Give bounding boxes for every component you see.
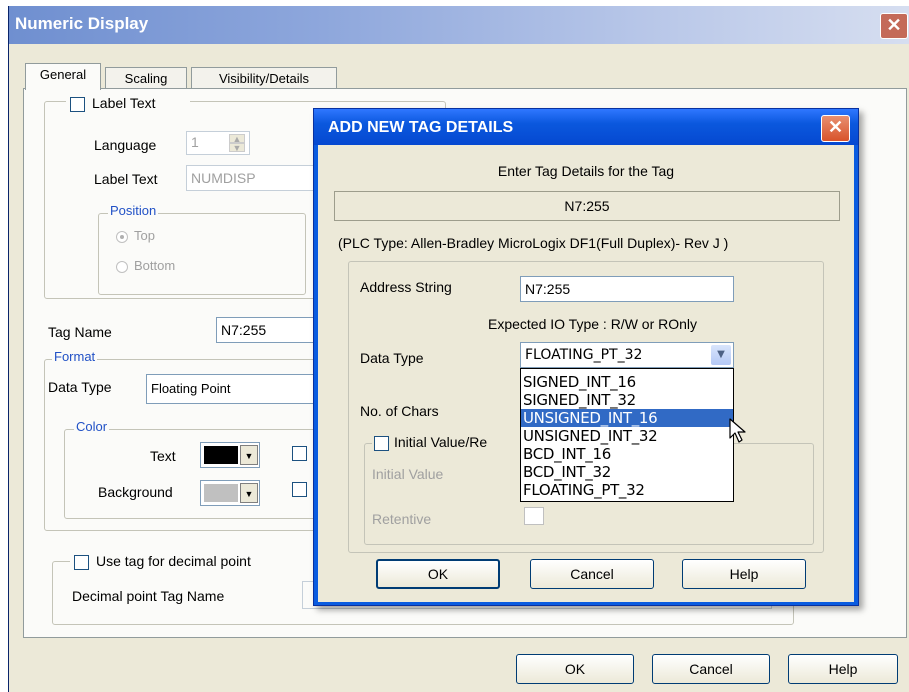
- spin-up-icon[interactable]: ▲: [229, 134, 245, 144]
- dialog-data-type-select[interactable]: FLOATING_PT_32 ▼: [520, 342, 734, 368]
- background-color-picker[interactable]: ▼: [200, 480, 260, 506]
- color-legend: Color: [74, 419, 110, 434]
- dropdown-option-unsigned-int-16[interactable]: UNSIGNED_INT_16: [521, 409, 733, 427]
- window-title: Numeric Display: [15, 14, 149, 33]
- use-tag-decimal-checkbox[interactable]: [74, 555, 89, 570]
- address-string-label: Address String: [360, 279, 452, 295]
- dialog-title: ADD NEW TAG DETAILS: [328, 119, 514, 136]
- dialog-close-icon[interactable]: ✕: [821, 115, 850, 142]
- dialog-help-button[interactable]: Help: [682, 559, 806, 589]
- text-color-picker[interactable]: ▼: [200, 442, 260, 468]
- help-button[interactable]: Help: [788, 654, 898, 684]
- position-group: [98, 213, 306, 295]
- add-new-tag-dialog: ADD NEW TAG DETAILS ✕ Enter Tag Details …: [313, 108, 859, 606]
- data-type-dropdown-list[interactable]: SIGNED_INT_16 SIGNED_INT_32 UNSIGNED_INT…: [520, 368, 734, 502]
- retentive-checkbox[interactable]: [524, 507, 544, 525]
- initial-value-label: Initial Value: [372, 466, 444, 482]
- position-bottom-radio[interactable]: [116, 261, 128, 273]
- dialog-heading: Enter Tag Details for the Tag: [497, 163, 675, 179]
- background-color-checkbox[interactable]: [292, 482, 307, 497]
- dialog-data-type-value: FLOATING_PT_32: [525, 347, 643, 363]
- tab-scaling[interactable]: Scaling: [105, 67, 187, 90]
- text-color-swatch: [204, 446, 238, 464]
- decimal-legend: Use tag for decimal point: [70, 551, 314, 571]
- initial-value-legend: Initial Value/Re: [372, 432, 522, 452]
- tag-display: N7:255: [334, 191, 840, 221]
- tab-general[interactable]: General: [25, 63, 101, 90]
- chevron-down-icon[interactable]: ▼: [240, 445, 258, 465]
- dropdown-option-floating-pt-32[interactable]: FLOATING_PT_32: [521, 481, 733, 499]
- label-text-checkbox-label: Label Text: [92, 95, 156, 111]
- tab-visibility-details[interactable]: Visibility/Details: [191, 67, 337, 90]
- mouse-cursor-icon: [729, 418, 746, 443]
- expected-io-text: Expected IO Type : R/W or ROnly: [488, 316, 698, 332]
- cancel-button[interactable]: Cancel: [652, 654, 770, 684]
- initial-value-group-label: Initial Value/Re: [394, 434, 488, 450]
- text-color-label: Text: [150, 448, 176, 464]
- language-label: Language: [94, 137, 157, 153]
- address-string-input[interactable]: N7:255: [520, 276, 734, 302]
- label-text-checkbox[interactable]: [70, 97, 85, 112]
- label-text-legend: Label Text: [66, 93, 190, 113]
- language-spinner[interactable]: 1 ▲ ▼: [186, 131, 250, 155]
- spin-down-icon[interactable]: ▼: [229, 143, 245, 153]
- dropdown-option-bcd-int-16[interactable]: BCD_INT_16: [521, 445, 733, 463]
- dropdown-option-bcd-int-32[interactable]: BCD_INT_32: [521, 463, 733, 481]
- position-top-radio[interactable]: [116, 231, 128, 243]
- chevron-down-icon[interactable]: ▼: [240, 483, 258, 503]
- window-close-icon[interactable]: ✕: [880, 13, 908, 39]
- ok-button[interactable]: OK: [516, 654, 634, 684]
- background-color-label: Background: [98, 484, 173, 500]
- format-legend: Format: [52, 349, 98, 364]
- title-bar[interactable]: Numeric Display ✕: [9, 6, 909, 44]
- format-data-type-label: Data Type: [48, 379, 112, 395]
- text-color-checkbox[interactable]: [292, 446, 307, 461]
- use-tag-decimal-label: Use tag for decimal point: [96, 553, 251, 569]
- dialog-cancel-button[interactable]: Cancel: [530, 559, 654, 589]
- decimal-tag-name-label: Decimal point Tag Name: [72, 588, 225, 604]
- position-top-label: Top: [134, 228, 155, 243]
- dialog-body: Enter Tag Details for the Tag N7:255 (PL…: [318, 145, 854, 602]
- dropdown-option-signed-int-32[interactable]: SIGNED_INT_32: [521, 391, 733, 409]
- dialog-ok-button[interactable]: OK: [376, 559, 500, 589]
- dropdown-option-unsigned-int-32[interactable]: UNSIGNED_INT_32: [521, 427, 733, 445]
- label-text-field-label: Label Text: [94, 171, 158, 187]
- position-legend: Position: [108, 203, 159, 218]
- dialog-title-bar[interactable]: ADD NEW TAG DETAILS ✕: [314, 109, 858, 145]
- dialog-data-type-label: Data Type: [360, 350, 424, 366]
- tag-name-label: Tag Name: [48, 324, 112, 340]
- position-bottom-label: Bottom: [134, 258, 176, 273]
- no-of-chars-label: No. of Chars: [360, 403, 439, 419]
- dropdown-option-signed-int-16[interactable]: SIGNED_INT_16: [521, 373, 733, 391]
- retentive-label: Retentive: [372, 511, 432, 527]
- initial-value-checkbox[interactable]: [374, 436, 389, 451]
- chevron-down-icon[interactable]: ▼: [711, 345, 731, 365]
- background-color-swatch: [204, 484, 238, 502]
- plc-type-text: (PLC Type: Allen-Bradley MicroLogix DF1(…: [338, 235, 729, 251]
- language-value: 1: [191, 134, 199, 150]
